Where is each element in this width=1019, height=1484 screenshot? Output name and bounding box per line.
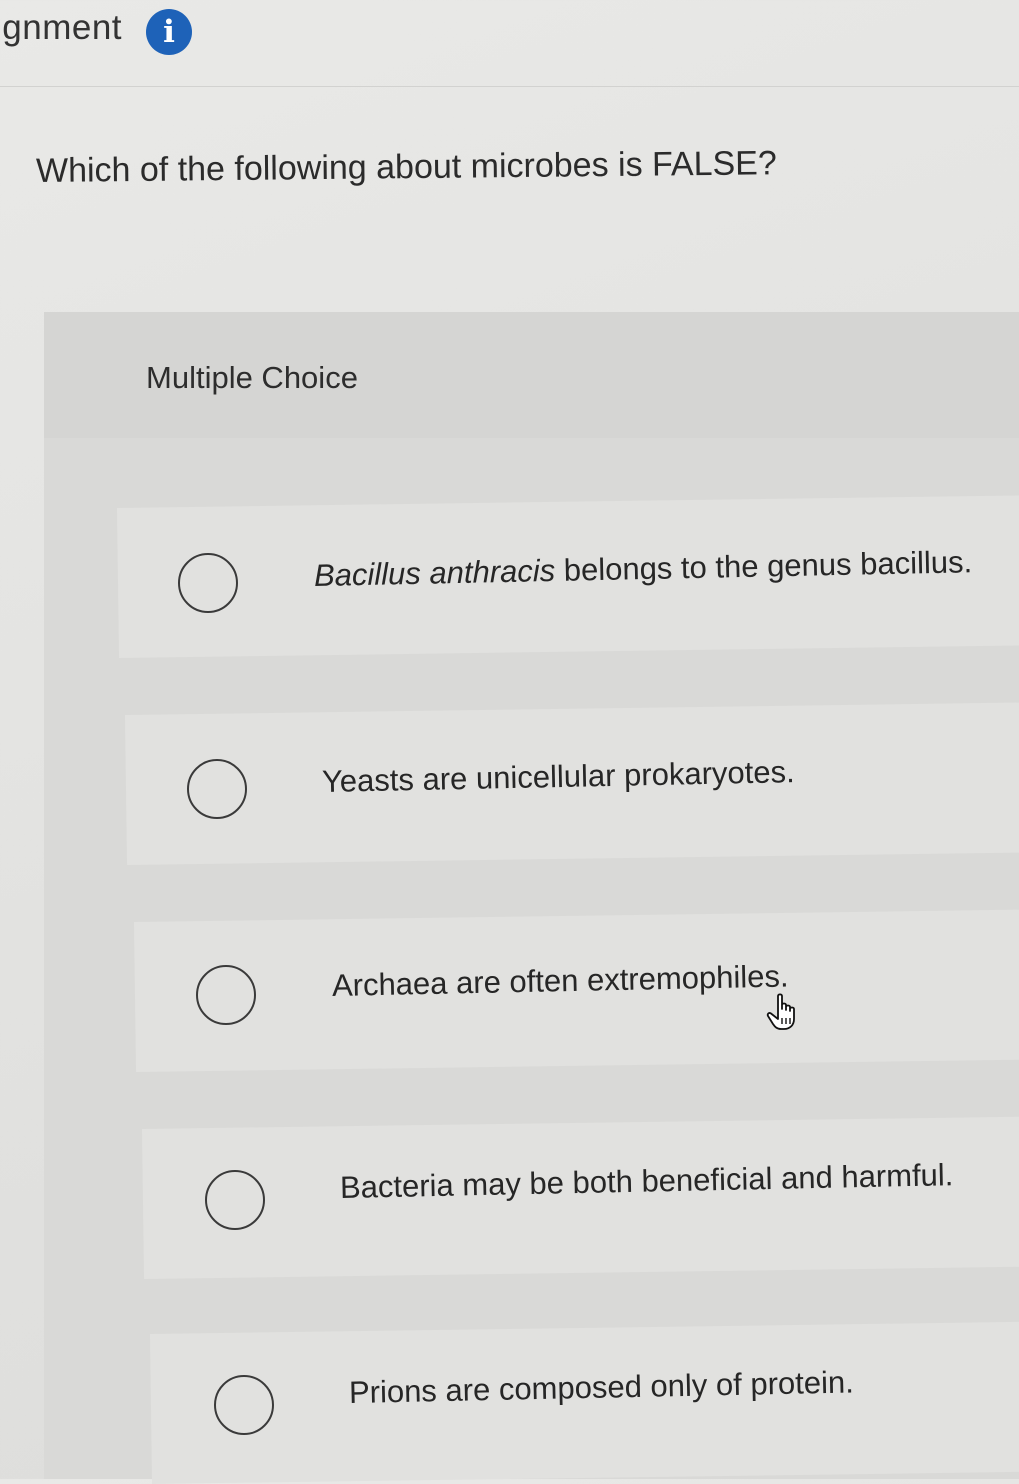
question-prompt: Which of the following about microbes is… [35, 144, 777, 190]
answer-option-3-radio[interactable] [196, 965, 256, 1025]
assignment-header-bar: ignment i [0, 0, 1019, 87]
answer-option-4-radio[interactable] [205, 1170, 265, 1230]
answer-option-5-radio[interactable] [214, 1375, 274, 1435]
answer-section [44, 312, 1019, 1479]
answer-option-2-radio[interactable] [187, 759, 247, 819]
answer-option-1-label: belongs to the genus bacillus. [554, 544, 973, 588]
hand-pointer-icon [766, 993, 795, 1030]
answer-option-1-italic: Bacillus anthracis [313, 552, 556, 593]
info-icon[interactable]: i [146, 9, 192, 55]
answer-option-1-radio[interactable] [178, 553, 238, 613]
answer-type-label: Multiple Choice [146, 360, 358, 395]
assignment-title: ignment [0, 8, 123, 47]
